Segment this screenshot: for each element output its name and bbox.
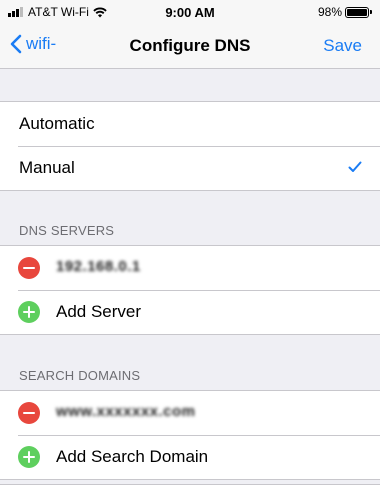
save-button[interactable]: Save <box>323 36 362 56</box>
remove-icon[interactable] <box>18 402 40 424</box>
add-server-label: Add Server <box>56 302 142 321</box>
next-group-edge <box>0 484 380 491</box>
dns-servers-group: 192.168.0.1 Add Server <box>0 245 380 335</box>
option-manual-label: Manual <box>19 158 75 177</box>
search-domain-value: www.xxxxxxx.com <box>56 403 196 420</box>
add-search-domain-row[interactable]: Add Search Domain <box>0 435 380 479</box>
battery-nub <box>370 10 372 14</box>
option-automatic-label: Automatic <box>19 114 95 133</box>
option-manual[interactable]: Manual <box>0 146 380 190</box>
dns-server-address: 192.168.0.1 <box>56 258 141 275</box>
status-bar: AT&T Wi-Fi 9:00 AM 98% <box>0 0 380 24</box>
search-domain-row[interactable]: www.xxxxxxx.com <box>0 391 380 435</box>
add-icon[interactable] <box>18 301 40 323</box>
search-domains-group: www.xxxxxxx.com Add Search Domain <box>0 390 380 480</box>
dns-mode-group: Automatic Manual <box>0 101 380 191</box>
add-icon[interactable] <box>18 446 40 468</box>
battery-icon <box>345 6 369 18</box>
battery-percent: 98% <box>317 5 342 19</box>
chevron-left-icon <box>10 34 22 54</box>
add-server-row[interactable]: Add Server <box>0 290 380 334</box>
checkmark-icon <box>348 161 362 172</box>
remove-icon[interactable] <box>18 257 40 279</box>
navigation-bar: wifi- Configure DNS Save <box>0 24 380 69</box>
back-button-label: wifi- <box>26 34 57 53</box>
dns-servers-header: DNS SERVERS <box>19 223 115 238</box>
back-button[interactable]: wifi- <box>10 34 56 54</box>
status-right: 98% <box>318 5 372 19</box>
dns-server-row[interactable]: 192.168.0.1 <box>0 246 380 290</box>
add-search-domain-label: Add Search Domain <box>56 447 209 466</box>
battery-fill <box>347 8 367 16</box>
search-domains-header: SEARCH DOMAINS <box>19 368 141 383</box>
option-automatic[interactable]: Automatic <box>0 102 380 146</box>
